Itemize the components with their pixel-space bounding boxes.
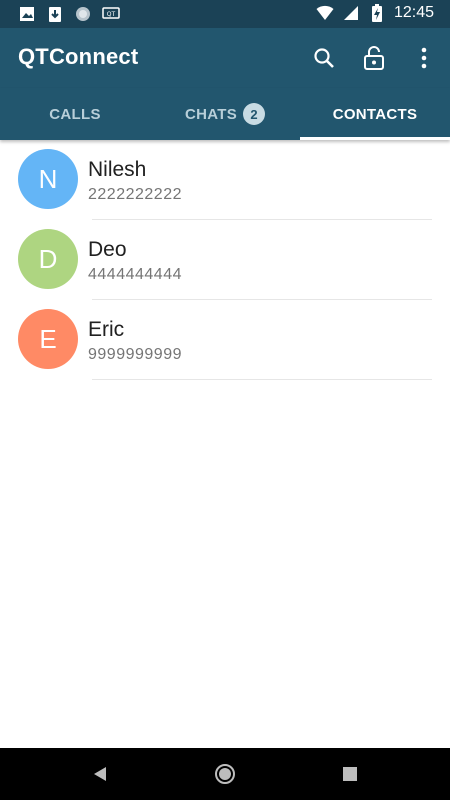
- recents-icon: [343, 767, 357, 781]
- svg-text:QT: QT: [107, 11, 116, 18]
- search-button[interactable]: [306, 40, 342, 76]
- tab-label: CHATS: [184, 105, 238, 123]
- recents-button[interactable]: [336, 760, 364, 788]
- status-time: 12:45: [393, 4, 434, 21]
- home-button[interactable]: [211, 760, 239, 788]
- contact-name: Eric: [88, 318, 125, 341]
- tab-contacts[interactable]: CONTACTS: [300, 88, 450, 140]
- contact-name: Deo: [88, 238, 127, 261]
- download-icon: [46, 5, 64, 23]
- wifi-icon: [316, 4, 334, 22]
- lock-button[interactable]: [356, 40, 392, 76]
- circle-icon: [74, 5, 92, 23]
- tab-label: CALLS: [49, 105, 101, 123]
- lock-open-icon: [364, 46, 384, 70]
- contact-phone: 9999999999: [88, 346, 182, 363]
- list-item[interactable]: D Deo 4444444444: [0, 220, 450, 300]
- back-button[interactable]: [86, 760, 114, 788]
- contact-phone: 4444444444: [88, 266, 182, 283]
- tab-label: CONTACTS: [332, 105, 418, 123]
- list-item[interactable]: N Nilesh 2222222222: [0, 140, 450, 220]
- image-icon: [18, 5, 36, 23]
- navigation-bar: [0, 748, 450, 800]
- contact-name: Nilesh: [88, 158, 147, 181]
- qt-icon: QT: [102, 5, 120, 23]
- tab-calls[interactable]: CALLS: [0, 88, 150, 140]
- app-title: QTConnect: [18, 44, 139, 69]
- tab-bar: CALLS CHATS 2 CONTACTS: [0, 88, 450, 140]
- more-options-button[interactable]: [406, 40, 442, 76]
- search-icon: [314, 48, 334, 68]
- avatar: N: [18, 149, 78, 209]
- avatar: D: [18, 229, 78, 289]
- list-item[interactable]: E Eric 9999999999: [0, 300, 450, 380]
- contact-list: N Nilesh 2222222222 D Deo 4444444444 E E…: [0, 140, 450, 380]
- contact-phone: 2222222222: [88, 186, 182, 203]
- avatar: E: [18, 309, 78, 369]
- tab-chats[interactable]: CHATS 2: [150, 88, 300, 140]
- back-icon: [94, 767, 106, 781]
- unread-badge: 2: [243, 103, 266, 125]
- app-bar: QTConnect: [0, 28, 450, 88]
- status-bar: QT 12:45: [0, 0, 450, 28]
- battery-charging-icon: [368, 4, 386, 22]
- more-vert-icon: [421, 47, 427, 69]
- divider: [92, 379, 432, 380]
- signal-icon: [342, 4, 360, 22]
- home-icon: [215, 764, 235, 784]
